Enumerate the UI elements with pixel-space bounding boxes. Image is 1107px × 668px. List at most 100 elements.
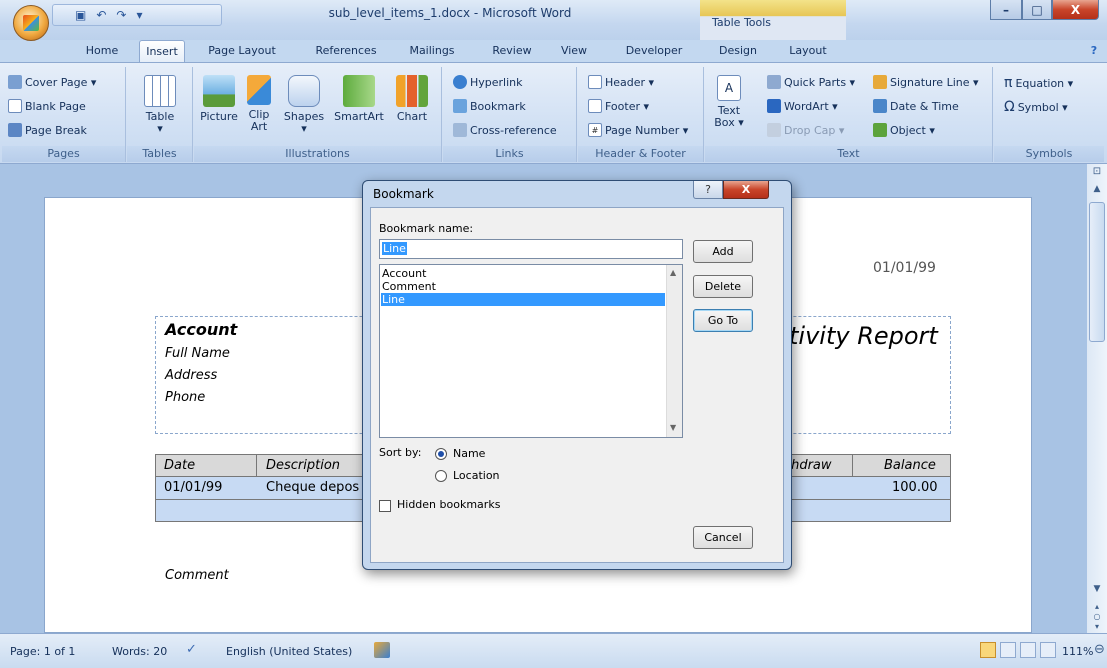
dialog-close-button[interactable]: X [723,181,769,199]
picture-button[interactable]: Picture [198,75,240,123]
comment-label: Comment [165,568,229,583]
bookmark-button[interactable]: Bookmark [453,99,526,113]
tab-page-layout[interactable]: Page Layout [198,40,286,62]
bookmark-list-item-selected[interactable]: Line [382,293,405,306]
full-screen-reading-icon[interactable] [1000,642,1016,658]
cross-reference-button[interactable]: Cross-reference [453,123,557,137]
zoom-out-icon[interactable]: ⊖ [1094,642,1105,657]
date-time-button[interactable]: Date & Time [873,99,959,113]
word-count[interactable]: Words: 20 [112,645,167,658]
footer-button[interactable]: Footer ▾ [588,99,649,113]
wordart-label: WordArt ▾ [784,99,838,113]
list-scroll-up-icon[interactable]: ▲ [670,268,676,277]
header-label: Header ▾ [605,75,655,89]
scrollbar-thumb[interactable] [1089,202,1105,342]
page-count[interactable]: Page: 1 of 1 [10,645,75,658]
cell-balance[interactable]: 100.00 [892,480,938,495]
shapes-button[interactable]: Shapes ▾ [280,75,328,135]
add-button[interactable]: Add [693,240,753,263]
scroll-up-icon[interactable]: ▲ [1090,184,1104,198]
ruler-toggle-icon[interactable]: ⊡ [1090,166,1104,180]
save-icon[interactable]: ▣ [75,8,86,22]
proofing-icon[interactable]: ✓ [186,642,197,657]
header-button[interactable]: Header ▾ [588,75,654,89]
previous-page-icon[interactable]: ▴ [1090,602,1104,612]
page-break-button[interactable]: Page Break [8,123,87,137]
language[interactable]: English (United States) [226,645,352,658]
header-balance: Balance [884,458,936,473]
delete-button[interactable]: Delete [693,275,753,298]
help-icon[interactable]: ? [1086,40,1102,62]
sort-by-location-label[interactable]: Location [453,469,500,482]
select-browse-object-icon[interactable]: ○ [1090,612,1104,622]
tab-layout[interactable]: Layout [780,40,836,62]
macro-recording-icon[interactable] [374,642,390,658]
undo-icon[interactable]: ↶ [96,8,106,22]
go-to-button[interactable]: Go To [693,309,753,332]
page-number-button[interactable]: # Page Number ▾ [588,123,688,137]
vertical-scrollbar[interactable]: ⊡ ▲ ▼ ▴ ○ ▾ [1087,164,1107,633]
customize-qat-icon[interactable]: ▾ [136,8,142,22]
bookmark-list[interactable]: Account Comment Line ▲ ▼ [379,264,683,438]
tab-references[interactable]: References [303,40,389,62]
list-scrollbar[interactable]: ▲ ▼ [666,265,682,437]
sort-by-name-radio[interactable] [435,448,447,460]
tab-mailings[interactable]: Mailings [398,40,466,62]
chart-button[interactable]: Chart [390,75,434,123]
page-number-label: Page Number ▾ [605,123,689,137]
date-time-icon [873,99,887,113]
object-button[interactable]: Object ▾ [873,123,935,137]
clip-art-button[interactable]: Clip Art [242,75,276,133]
date-time-label: Date & Time [890,99,959,113]
maximize-button[interactable]: □ [1022,0,1052,20]
drop-cap-icon [767,123,781,137]
tab-design[interactable]: Design [708,40,768,62]
cell-description[interactable]: Cheque depos [266,480,359,495]
blank-page-button[interactable]: Blank Page [8,99,86,113]
quick-parts-button[interactable]: Quick Parts ▾ [767,75,855,89]
cell-date[interactable]: 01/01/99 [164,480,222,495]
signature-line-icon [873,75,887,89]
tab-insert[interactable]: Insert [139,40,185,63]
tab-home[interactable]: Home [76,40,128,62]
omega-icon: Ω [1004,99,1015,115]
smartart-button[interactable]: SmartArt [330,75,388,123]
equation-button[interactable]: π Equation ▾ [1004,75,1073,91]
cover-page-button[interactable]: Cover Page ▾ [8,75,96,89]
zoom-level[interactable]: 111% [1062,645,1093,658]
drop-cap-button[interactable]: Drop Cap ▾ [767,123,844,137]
bookmark-name-input[interactable]: Line [379,239,683,259]
bookmark-name-label: Bookmark name: [379,222,474,235]
tab-view[interactable]: View [552,40,596,62]
signature-line-button[interactable]: Signature Line ▾ [873,75,979,89]
tab-review[interactable]: Review [481,40,543,62]
dialog-help-button[interactable]: ? [693,181,723,199]
bookmark-list-item[interactable]: Comment [382,280,436,293]
table-button[interactable]: Table ▾ [135,75,185,135]
group-label-links: Links [443,146,576,162]
cancel-button[interactable]: Cancel [693,526,753,549]
next-page-icon[interactable]: ▾ [1090,622,1104,632]
outline-view-icon[interactable] [1040,642,1056,658]
close-button[interactable]: X [1052,0,1099,20]
redo-icon[interactable]: ↷ [116,8,126,22]
blank-page-icon [8,99,22,113]
minimize-button[interactable]: – [990,0,1022,20]
tab-developer[interactable]: Developer [614,40,694,62]
print-layout-view-icon[interactable] [980,642,996,658]
smartart-icon [343,75,375,107]
symbol-button[interactable]: Ω Symbol ▾ [1004,99,1068,115]
office-button[interactable] [13,5,49,41]
hidden-bookmarks-label[interactable]: Hidden bookmarks [397,498,500,511]
scroll-down-icon[interactable]: ▼ [1090,584,1104,598]
list-scroll-down-icon[interactable]: ▼ [670,423,676,432]
wordart-button[interactable]: WordArt ▾ [767,99,838,113]
bookmark-list-item[interactable]: Account [382,267,426,280]
text-box-button[interactable]: A Text Box ▾ [711,75,747,129]
web-layout-icon[interactable] [1020,642,1036,658]
bookmark-name-value: Line [382,242,407,255]
sort-by-name-label[interactable]: Name [453,447,485,460]
hyperlink-button[interactable]: Hyperlink [453,75,523,89]
sort-by-location-radio[interactable] [435,470,447,482]
hidden-bookmarks-checkbox[interactable] [379,500,391,512]
